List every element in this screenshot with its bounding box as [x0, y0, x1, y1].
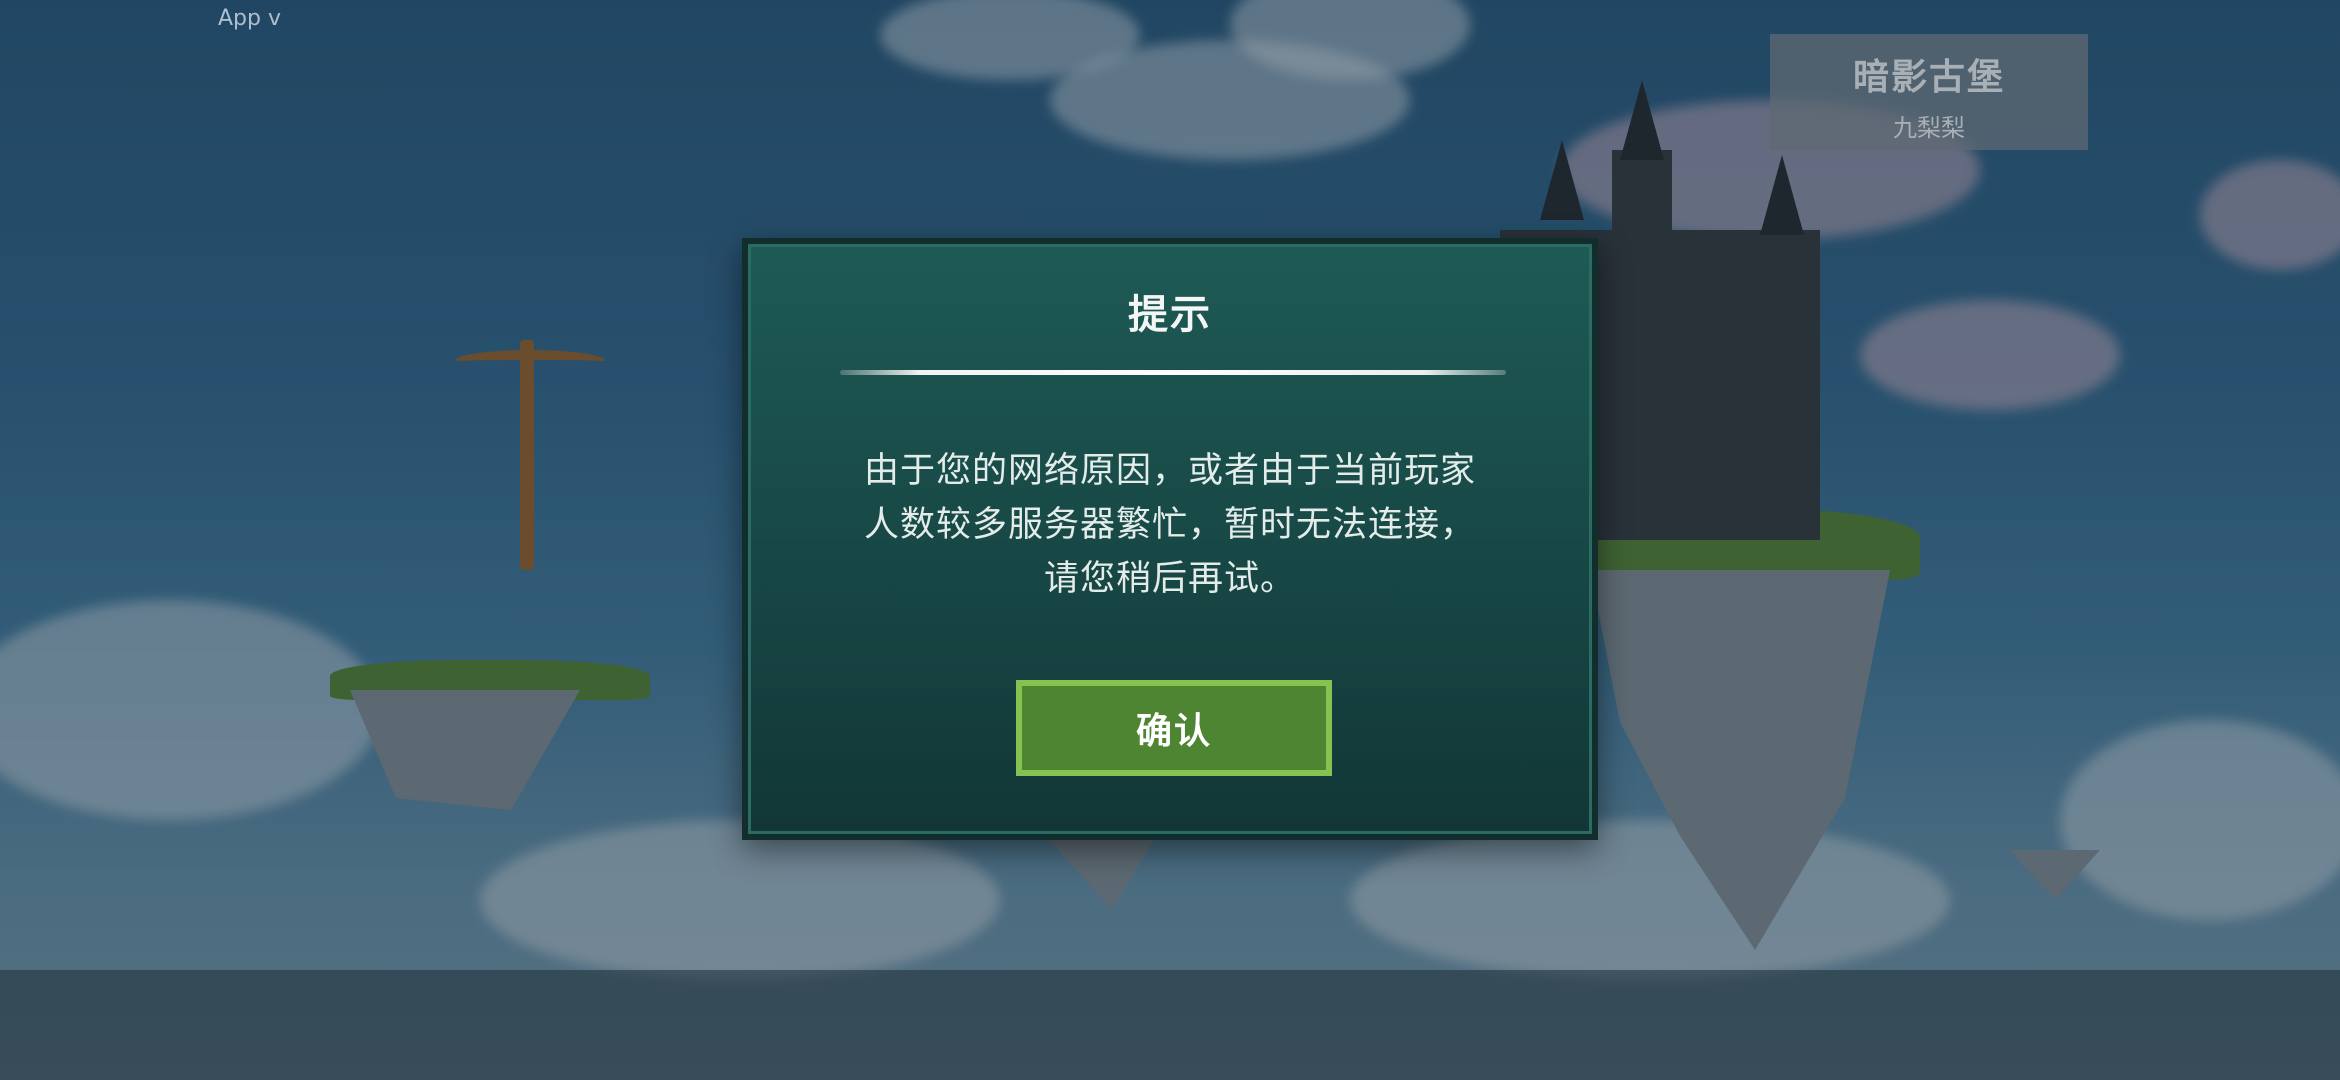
server-card[interactable]: 暗影古堡 九梨梨 — [1770, 34, 2088, 150]
dialog-message: 由于您的网络原因，或者由于当前玩家人数较多服务器繁忙，暂时无法连接，请您稍后再试… — [863, 451, 1476, 599]
server-subtitle: 九梨梨 — [1893, 114, 1965, 142]
bottom-bar — [0, 970, 2340, 1080]
app-version-label: App v — [218, 6, 281, 31]
title-divider — [840, 370, 1506, 375]
server-name: 暗影古堡 — [1852, 57, 2005, 98]
pickaxe-handle — [520, 340, 534, 570]
alert-dialog: 提示 由于您的网络原因，或者由于当前玩家人数较多服务器繁忙，暂时无法连接，请您稍… — [742, 238, 1598, 840]
game-logo — [395, 340, 755, 570]
confirm-button[interactable]: 确认 — [1016, 680, 1332, 776]
dialog-title: 提示 — [1128, 292, 1212, 338]
